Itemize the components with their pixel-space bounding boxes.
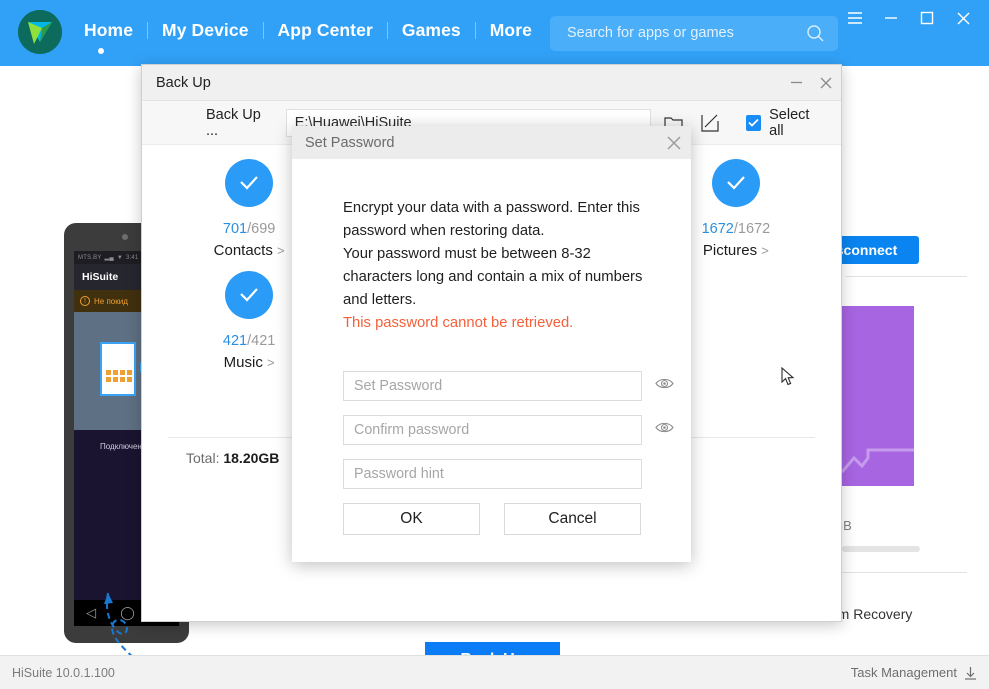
mouse-cursor xyxy=(781,367,795,386)
password-hint-input[interactable] xyxy=(343,459,642,489)
ok-button[interactable]: OK xyxy=(343,503,480,535)
backup-item-label: Music > xyxy=(223,354,275,371)
select-all-label: Select all xyxy=(769,106,810,139)
backup-item-label: Pictures > xyxy=(702,242,769,259)
nav-item-more[interactable]: More xyxy=(476,20,546,41)
set-password-buttons: OK Cancel xyxy=(343,503,691,535)
backup-item-count: 421/421 xyxy=(222,333,276,349)
nav-item-my-device[interactable]: My Device xyxy=(148,20,263,41)
search-input[interactable]: Search for apps or games xyxy=(550,16,838,51)
main-nav: Home My Device App Center Games More xyxy=(70,20,546,41)
minimize-icon[interactable] xyxy=(873,4,909,32)
task-management-label: Task Management xyxy=(850,665,957,680)
phone-battery-label: 3:41 xyxy=(125,254,139,261)
warning-icon: ! xyxy=(80,296,90,306)
image-placeholder-icon xyxy=(842,448,914,473)
storage-progress-bar xyxy=(842,546,920,552)
backup-item-count: 701/699 xyxy=(222,221,276,237)
backup-close-icon[interactable] xyxy=(811,66,841,100)
nav-item-games[interactable]: Games xyxy=(388,20,475,41)
active-nav-indicator xyxy=(98,48,104,54)
phone-wifi-icon: ▼ xyxy=(116,254,123,261)
select-all-checkbox[interactable]: Select all xyxy=(745,106,825,139)
top-navigation-bar: Home My Device App Center Games More Sea… xyxy=(0,0,989,66)
close-icon[interactable] xyxy=(945,4,981,32)
app-root: MTS.BY ▂▄ ▼ 3:41 HiSuite ! Не покид Подк… xyxy=(0,0,989,689)
sim-card-graphic xyxy=(100,342,136,396)
task-management-button[interactable]: Task Management xyxy=(851,665,977,680)
search-icon[interactable] xyxy=(806,24,825,48)
nav-item-home[interactable]: Home xyxy=(70,20,147,41)
set-password-fields: OK Cancel xyxy=(292,335,691,535)
search-placeholder: Search for apps or games xyxy=(567,25,734,41)
backup-item-label: Contacts > xyxy=(213,242,285,259)
checkmark-circle-icon[interactable] xyxy=(225,159,274,207)
divider-top xyxy=(846,276,967,277)
sim-contacts-dots xyxy=(106,370,132,382)
description-line-1: Encrypt your data with a password. Enter… xyxy=(343,200,640,239)
edit-icon[interactable] xyxy=(695,108,724,138)
maximize-icon[interactable] xyxy=(909,4,945,32)
triangle-back-icon[interactable]: ◁ xyxy=(86,605,96,621)
backup-window-controls xyxy=(781,66,841,100)
backup-window-titlebar: Back Up xyxy=(142,65,841,101)
phone-carrier-label: MTS.BY xyxy=(78,254,102,261)
description-line-2: Your password must be between 8-32 chara… xyxy=(343,246,643,308)
media-thumbnail[interactable] xyxy=(842,306,914,486)
set-password-description: Encrypt your data with a password. Enter… xyxy=(292,159,691,335)
confirm-password-input[interactable] xyxy=(343,415,642,445)
cancel-button[interactable]: Cancel xyxy=(504,503,641,535)
backup-minimize-icon[interactable] xyxy=(781,66,811,100)
set-password-title: Set Password xyxy=(305,134,395,151)
backup-item-count: 1672/1672 xyxy=(701,221,771,237)
set-password-input[interactable] xyxy=(343,371,642,401)
checkmark-circle-icon[interactable] xyxy=(225,271,274,319)
set-password-dialog: Set Password Encrypt your data with a pa… xyxy=(292,126,691,562)
close-icon[interactable] xyxy=(657,126,691,159)
eye-toggle-icon[interactable] xyxy=(655,377,674,395)
password-warning-text: This password cannot be retrieved. xyxy=(343,315,574,331)
eye-toggle-icon[interactable] xyxy=(655,421,674,439)
checkmark-circle-icon[interactable] xyxy=(711,159,760,207)
set-password-titlebar: Set Password xyxy=(292,126,691,159)
version-label: HiSuite 10.0.1.100 xyxy=(12,665,115,680)
download-arrow-icon xyxy=(965,666,976,680)
circle-recents-icon[interactable]: ◯ xyxy=(120,605,135,621)
status-bar: HiSuite 10.0.1.100 Task Management xyxy=(0,655,989,689)
phone-warning-text: Не покид xyxy=(94,296,128,306)
total-value: 18.20GB xyxy=(223,450,280,466)
confirm-password-row xyxy=(343,415,691,445)
phone-signal-icon: ▂▄ xyxy=(104,255,114,261)
window-controls xyxy=(837,4,981,32)
total-label: Total: xyxy=(186,450,220,466)
menu-icon[interactable] xyxy=(837,4,873,32)
backup-total-row: Total: 18.20GB A xyxy=(186,450,307,466)
checkbox-checked-icon xyxy=(745,114,762,131)
set-password-row xyxy=(343,371,691,401)
password-hint-row xyxy=(343,459,691,489)
divider-bottom xyxy=(842,572,967,573)
backup-path-label: Back Up ... xyxy=(206,106,261,139)
backup-window-title: Back Up xyxy=(156,74,211,91)
nav-item-app-center[interactable]: App Center xyxy=(264,20,387,41)
phone-camera-dot xyxy=(122,234,128,240)
hisuite-logo-icon[interactable] xyxy=(18,10,62,54)
